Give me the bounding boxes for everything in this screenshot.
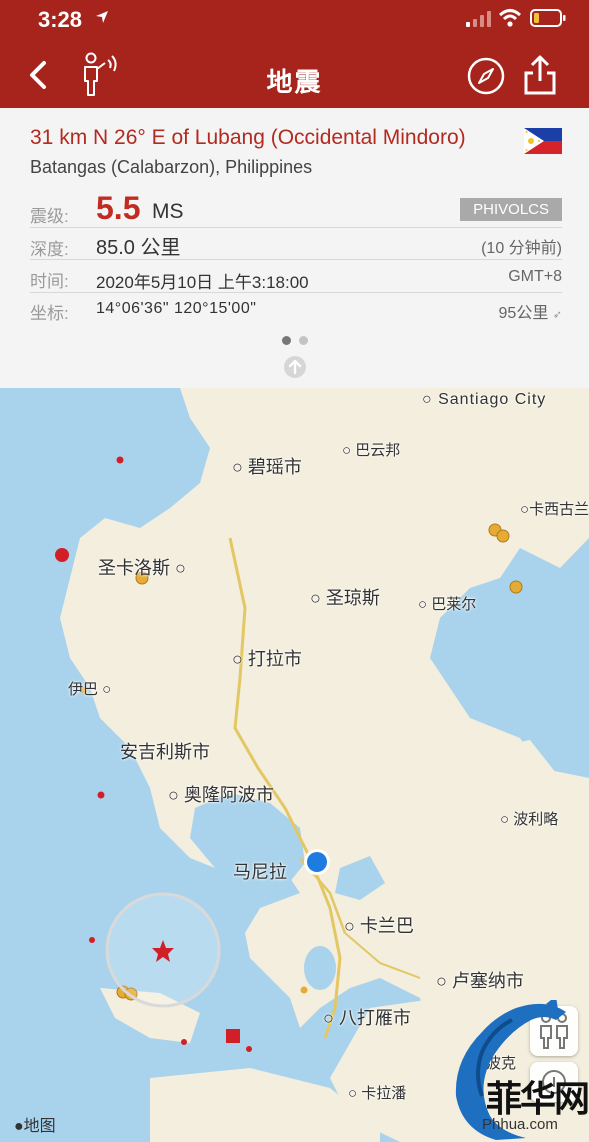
depth-row: 深度: 85.0 公里 (10 分钟前): [30, 228, 562, 260]
place-sancarlos: 圣卡洛斯 ○: [98, 558, 186, 578]
quake-marker: [300, 986, 308, 994]
coordinate-value: 14°06'36" 120°15'00": [96, 300, 257, 317]
page-dot[interactable]: [298, 336, 308, 345]
place-bayombong: ○ 巴云邦: [342, 442, 401, 459]
watermark-url: Phhua.com: [482, 1116, 558, 1133]
status-bar: 3:28: [0, 0, 589, 40]
apple-logo-icon: ●: [14, 1118, 24, 1135]
watermark-text: 菲华网: [486, 1078, 589, 1120]
philippines-flag-icon: [524, 128, 562, 154]
magnitude-label: 震级:: [30, 207, 69, 226]
agency-badge[interactable]: PHIVOLCS: [460, 198, 562, 221]
distance-value: 95公里 ➶: [498, 305, 562, 322]
place-baler: ○ 巴莱尔: [418, 596, 477, 613]
place-santiago: ○ Santiago City: [422, 391, 547, 408]
location-arrow-icon: [96, 11, 108, 23]
place-iba: 伊巴 ○: [68, 681, 112, 698]
depth-value: 85.0 公里: [96, 237, 181, 259]
place-olongapo: ○ 奥隆阿波市: [168, 785, 274, 805]
time-ago: (10 分钟前): [481, 240, 562, 257]
time-label: 时间:: [30, 272, 69, 291]
place-manila: 马尼拉: [233, 862, 287, 882]
page-indicator[interactable]: [0, 332, 589, 350]
magnitude-row: 震级: 5.5 MS PHIVOLCS: [30, 190, 562, 228]
cellular-signal-icon: [466, 11, 491, 27]
quake-region: Batangas (Calabarzon), Philippines: [30, 157, 313, 177]
place-calamba: ○ 卡兰巴: [344, 916, 414, 936]
quake-marker: [89, 937, 95, 943]
place-baguio: ○ 碧瑶市: [232, 457, 302, 477]
quake-marker: [246, 1046, 252, 1052]
place-lucena: ○ 卢塞纳市: [436, 971, 524, 991]
quake-marker: [55, 548, 69, 562]
quake-info-panel: 31 km N 26° E of Lubang (Occidental Mind…: [0, 108, 589, 388]
page-dot[interactable]: [281, 336, 291, 345]
quake-marker: [181, 1039, 187, 1045]
place-tarlac: ○ 打拉市: [232, 649, 302, 669]
compass-icon[interactable]: [466, 56, 506, 96]
coordinate-row: 坐标: 14°06'36" 120°15'00" 95公里 ➶: [30, 293, 562, 325]
maps-attribution: ●地图: [14, 1118, 56, 1135]
magnitude-unit: MS: [152, 200, 184, 223]
collapse-arrow-icon[interactable]: [284, 356, 306, 378]
time-value: 2020年5月10日 上午3:18:00: [96, 273, 309, 292]
status-time: 3:28: [38, 7, 83, 32]
place-polillo: ○ 波利略: [500, 811, 559, 828]
place-casiguran: ○卡西古兰: [520, 501, 589, 518]
quake-marker: [496, 529, 510, 543]
quake-marker: [116, 456, 124, 464]
battery-low-icon: [530, 9, 566, 27]
quake-marker: [97, 791, 105, 799]
quake-headline: 31 km N 26° E of Lubang (Occidental Mind…: [30, 126, 466, 149]
magnitude-value: 5.5: [96, 190, 141, 226]
coordinate-label: 坐标:: [30, 304, 69, 323]
wifi-icon: [498, 9, 522, 27]
share-icon[interactable]: [520, 53, 560, 97]
time-row: 时间: 2020年5月10日 上午3:18:00 GMT+8: [30, 260, 562, 293]
app-header: 3:28 地震: [0, 0, 589, 108]
arrow-icon: ➶: [552, 309, 562, 321]
quake-marker: [509, 580, 523, 594]
place-angeles: 安吉利斯市: [120, 742, 210, 762]
user-location-icon: [307, 852, 327, 872]
place-sanjose: ○ 圣琼斯: [310, 588, 380, 608]
earthquake-map[interactable]: ○ Santiago City ○ 碧瑶市 ○ 巴云邦 ○卡西古兰 圣卡洛斯 ○…: [0, 388, 589, 1142]
timezone: GMT+8: [508, 268, 562, 285]
quake-marker: [226, 1029, 240, 1043]
depth-label: 深度:: [30, 240, 69, 259]
nav-bar: 地震: [0, 45, 589, 108]
